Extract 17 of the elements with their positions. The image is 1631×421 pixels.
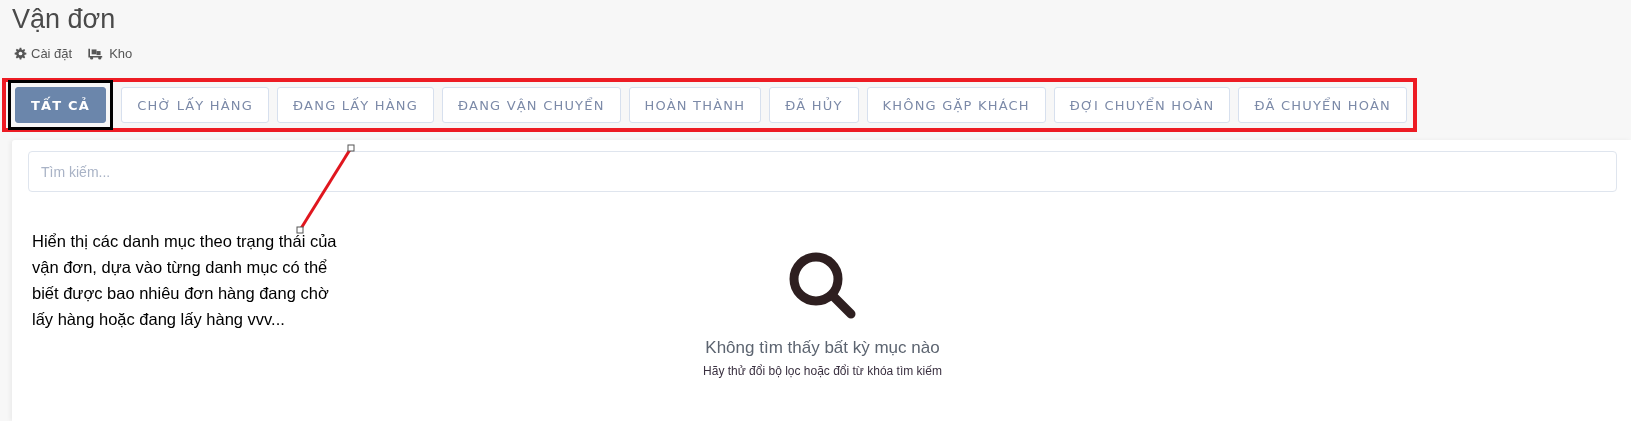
annotation-text: Hiển thị các danh mục theo trạng thái của vận đơn, dựa vào từng danh mục có thể biết được bao nhiêu đơn hàng đang chờ lấy hàng hoặc đang lấy hàng vvv... bbox=[32, 231, 338, 330]
gear-icon bbox=[14, 46, 27, 60]
empty-title: Không tìm thấy bất kỳ mục nào bbox=[705, 338, 940, 358]
status-tab[interactable]: TẤT CẢ bbox=[15, 87, 107, 123]
status-tab[interactable]: ĐANG VẬN CHUYỂN bbox=[442, 87, 621, 123]
status-tab[interactable]: ĐANG LẤY HÀNG bbox=[277, 87, 434, 123]
status-tab[interactable]: KHÔNG GẶP KHÁCH bbox=[866, 87, 1046, 123]
settings-link[interactable]: Cài đặt bbox=[31, 45, 73, 61]
status-tab[interactable]: HOÀN THÀNH bbox=[628, 87, 762, 123]
warehouse-link[interactable]: Kho bbox=[109, 45, 133, 61]
status-tab[interactable]: ĐÃ CHUYỂN HOÀN bbox=[1238, 87, 1407, 123]
page-title: Vận đơn bbox=[11, 3, 117, 36]
empty-hint: Hãy thử đổi bộ lọc hoặc đổi từ khóa tìm kiếm bbox=[703, 364, 942, 378]
status-tab[interactable]: ĐỢI CHUYỂN HOÀN bbox=[1053, 87, 1231, 123]
search-field[interactable]: Tìm kiếm... bbox=[28, 151, 1617, 192]
status-tab[interactable]: CHỜ LẤY HÀNG bbox=[121, 87, 270, 123]
status-tab[interactable]: ĐÃ HỦY bbox=[769, 87, 859, 123]
